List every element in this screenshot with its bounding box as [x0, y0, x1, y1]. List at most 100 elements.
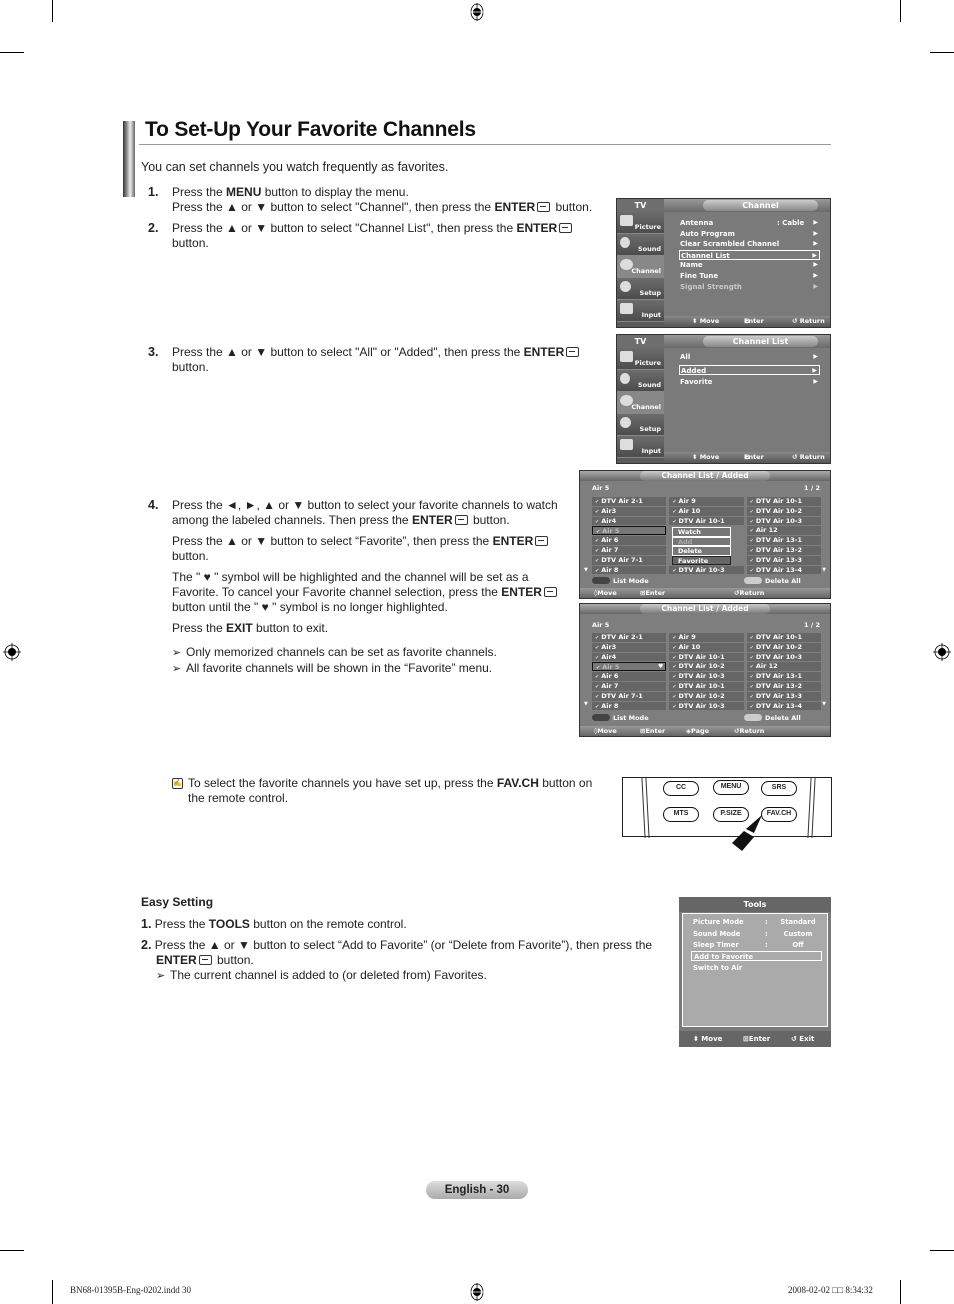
nav-item-input[interactable]: Input	[617, 300, 664, 322]
channel-cell[interactable]: ✔ Air 6	[592, 672, 667, 681]
channel-cell[interactable]: ✔ DTV Air 2-1	[592, 633, 667, 642]
nav-item-sound[interactable]: Sound	[617, 234, 664, 256]
check-icon: ✔	[749, 683, 754, 690]
channel-cell[interactable]: ✔ DTV Air 10-2	[669, 691, 744, 701]
menu-item-added[interactable]: Added ▶	[679, 364, 820, 376]
channel-cell[interactable]: ✔ DTV Air 10-2	[669, 662, 744, 672]
menu-item-all[interactable]: All ▶	[679, 352, 820, 363]
channel-name: DTV Air 10-3	[678, 701, 725, 710]
menu-item-favorite[interactable]: Favorite ▶	[679, 377, 820, 388]
channel-cell[interactable]: ✔ DTV Air 13-2	[746, 681, 821, 691]
channel-cell[interactable]: ✔ DTV Air 10-2	[746, 506, 821, 516]
tools-row-add-to-favorite[interactable]: Add to Favorite	[691, 951, 822, 961]
channel-cell[interactable]: ✔ DTV Air 10-1	[746, 633, 821, 642]
nav-item-channel[interactable]: Channel	[617, 392, 664, 414]
step-number: 1.	[148, 185, 159, 199]
scroll-down-icon[interactable]: ▼	[584, 701, 588, 707]
nav-item-sound[interactable]: Sound	[617, 370, 664, 392]
button-name: ENTER	[492, 534, 534, 548]
hint-label: Move	[597, 727, 617, 735]
channel-cell[interactable]: ✔ DTV Air 10-3	[669, 672, 744, 681]
scroll-down-icon[interactable]: ▼	[584, 567, 588, 573]
step-text: button.	[469, 513, 510, 527]
list-mode-button[interactable]: List Mode	[592, 577, 649, 585]
channel-cell[interactable]: ✔ Air 8	[592, 701, 667, 711]
channel-cell[interactable]: ✔ Air4	[592, 516, 667, 526]
popup-item-watch[interactable]: Watch	[672, 527, 731, 537]
channel-cell[interactable]: ✔ Air 9	[669, 497, 744, 506]
menu-item-fine-tune[interactable]: Fine Tune ▶	[679, 271, 820, 282]
tools-row-picture-mode[interactable]: Picture Mode: Standard	[693, 917, 822, 927]
channel-cell[interactable]: ✔ Air 9	[669, 633, 744, 642]
step-text: The " ♥ " symbol will be highlighted and…	[172, 570, 529, 599]
channel-cell[interactable]: ✔ Air 7	[592, 681, 667, 691]
nav-item-setup[interactable]: Setup	[617, 278, 664, 300]
tools-row-sound-mode[interactable]: Sound Mode: Custom	[693, 929, 822, 939]
channel-cell[interactable]: ✔ DTV Air 13-4	[746, 701, 821, 711]
note-text: The current channel is added to (or dele…	[170, 968, 487, 982]
delete-all-button[interactable]: Delete All	[744, 577, 801, 585]
tools-row-switch-to-air[interactable]: Switch to Air	[693, 963, 822, 973]
channel-cell[interactable]: ✔ Air3	[592, 506, 667, 516]
nav-item-setup[interactable]: Setup	[617, 414, 664, 436]
channel-cell[interactable]: ✔ Air 6	[592, 536, 667, 545]
nav-label: Channel	[631, 403, 661, 411]
nav-item-channel[interactable]: Channel	[617, 256, 664, 278]
channel-cell[interactable]: ✔ DTV Air 13-2	[746, 545, 821, 555]
scroll-down-icon[interactable]: ▼	[822, 567, 826, 573]
tools-row-sleep-timer[interactable]: Sleep Timer: Off	[693, 940, 822, 950]
channel-cell[interactable]: ✔ DTV Air 2-1	[592, 497, 667, 506]
button-name: ENTER	[501, 585, 542, 599]
channel-cell[interactable]: ✔ DTV Air 10-2	[746, 642, 821, 652]
channel-cell[interactable]: ✔ Air 5	[592, 526, 667, 536]
channel-cell[interactable]: ✔ DTV Air 10-3	[669, 565, 744, 575]
channel-cell[interactable]: ✔ DTV Air 7-1	[592, 555, 667, 565]
channel-cell[interactable]: ✔ DTV Air 13-3	[746, 555, 821, 565]
scroll-down-icon[interactable]: ▼	[822, 701, 826, 707]
note-text: All favorite channels will be shown in t…	[186, 661, 493, 675]
menu-item-auto-program[interactable]: Auto Program ▶	[679, 229, 820, 240]
list-mode-button[interactable]: List Mode	[592, 714, 649, 722]
menu-item-name[interactable]: Name ▶	[679, 260, 820, 271]
channel-cell[interactable]: ✔ Air 10	[669, 642, 744, 652]
channel-cell[interactable]: ✔ Air 12	[746, 662, 821, 672]
channel-cell[interactable]: ✔ DTV Air 13-1	[746, 536, 821, 545]
nav-item-picture[interactable]: Picture	[617, 348, 664, 370]
delete-all-button[interactable]: Delete All	[744, 714, 801, 722]
channel-cell[interactable]: ✔ DTV Air 10-3	[746, 652, 821, 662]
channel-cell[interactable]: ✔ DTV Air 10-1	[669, 516, 744, 526]
menu-button[interactable]: MENU	[713, 780, 749, 795]
channel-cell[interactable]: ✔ Air 5 ♥	[592, 662, 667, 672]
nav-item-picture[interactable]: Picture	[617, 212, 664, 234]
menu-item-antenna[interactable]: Antenna: Cable ▶	[679, 218, 820, 229]
channel-cell[interactable]: ✔ DTV Air 10-1	[746, 497, 821, 506]
cc-button[interactable]: CC	[663, 781, 699, 796]
popup-item-favorite[interactable]: Favorite	[672, 555, 731, 566]
channel-cell[interactable]: ✔ DTV Air 10-1	[669, 652, 744, 662]
channel-cell[interactable]: ✔ DTV Air 13-3	[746, 691, 821, 701]
menu-item-channel-list[interactable]: Channel List ▶	[679, 249, 820, 261]
channel-cell[interactable]: ✔ Air4	[592, 652, 667, 662]
channel-cell[interactable]: ✔ Air 12	[746, 526, 821, 536]
crop-mark	[0, 52, 24, 53]
check-icon: ✔	[595, 644, 600, 651]
srs-button[interactable]: SRS	[761, 781, 797, 796]
channel-cell[interactable]: ✔ Air 8	[592, 565, 667, 575]
mts-button[interactable]: MTS	[663, 807, 699, 822]
channel-cell[interactable]: ✔ Air 10	[669, 506, 744, 516]
favorite-heart-icon: ♥	[657, 663, 664, 671]
hint-label: Enter	[645, 727, 666, 735]
popup-item-delete[interactable]: Delete	[672, 546, 731, 556]
channel-cell[interactable]: ✔ DTV Air 13-1	[746, 672, 821, 681]
channel-name: DTV Air 10-1	[755, 497, 802, 505]
channel-cell[interactable]: ✔ DTV Air 7-1	[592, 691, 667, 701]
menu-item-clear-scrambled[interactable]: Clear Scrambled Channel ▶	[679, 239, 820, 250]
channel-cell[interactable]: ✔ DTV Air 13-4	[746, 565, 821, 575]
nav-item-input[interactable]: Input	[617, 436, 664, 458]
channel-cell[interactable]: ✔ DTV Air 10-3	[746, 516, 821, 526]
channel-cell[interactable]: ✔ DTV Air 10-3	[669, 701, 744, 711]
channel-cell[interactable]: ✔ Air 7	[592, 545, 667, 555]
channel-cell[interactable]: ✔ Air3	[592, 642, 667, 652]
channel-cell[interactable]: ✔ DTV Air 10-1	[669, 681, 744, 691]
crop-mark	[900, 1280, 901, 1304]
